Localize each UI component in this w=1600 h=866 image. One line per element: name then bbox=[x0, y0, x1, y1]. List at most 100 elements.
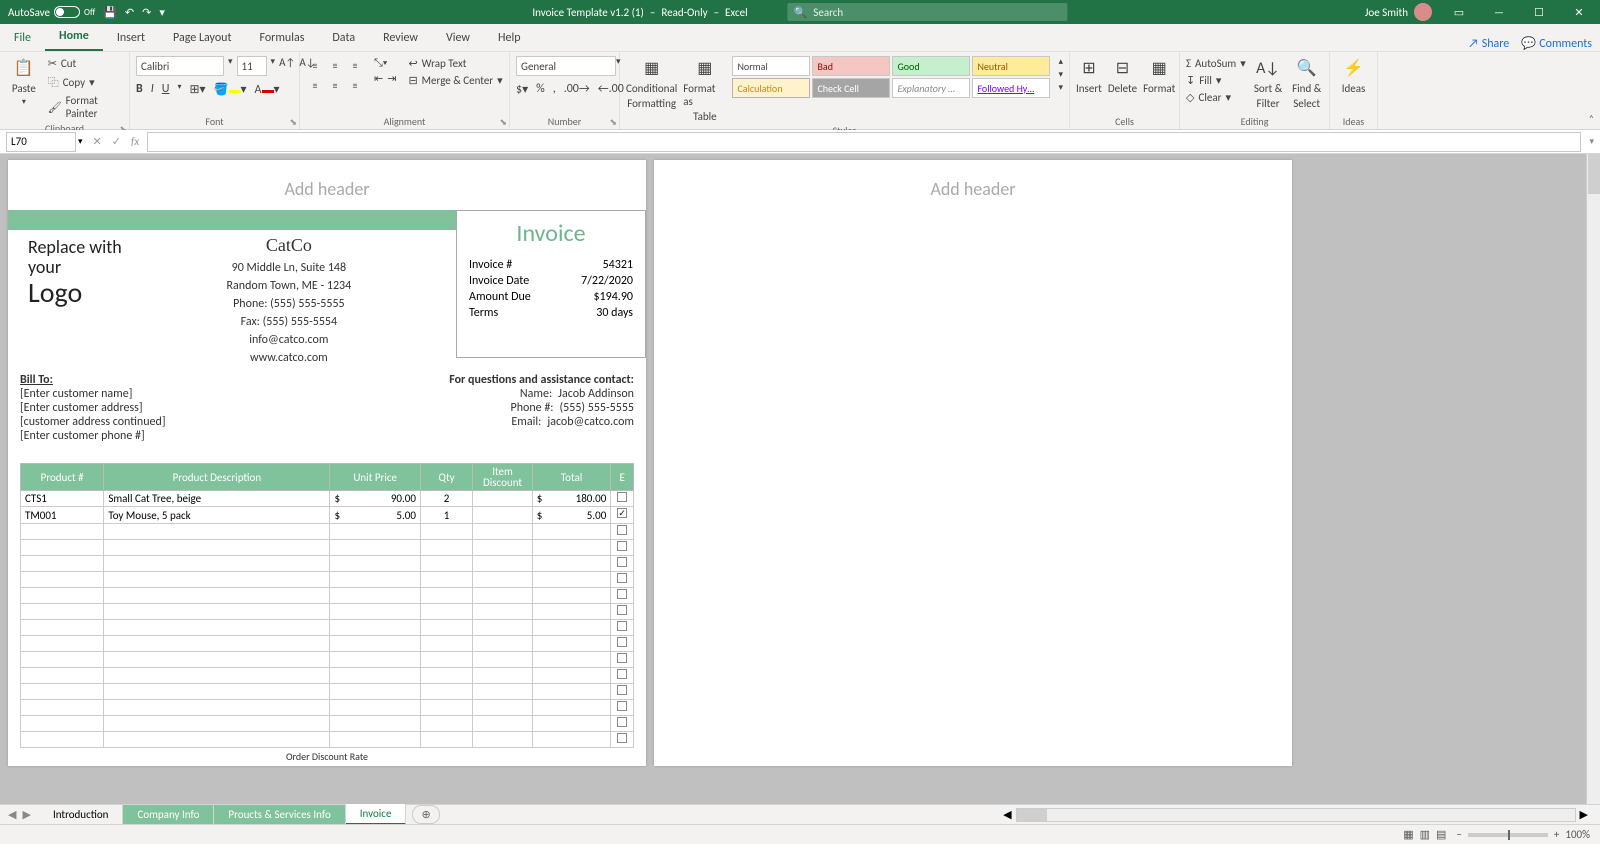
table-row[interactable] bbox=[21, 732, 634, 748]
style-neutral[interactable]: Neutral bbox=[972, 56, 1050, 76]
copy-button[interactable]: ⿻Copy ▾ bbox=[48, 73, 123, 91]
table-row[interactable] bbox=[21, 572, 634, 588]
inc-decimal-icon[interactable]: .00→ bbox=[564, 82, 590, 97]
table-row[interactable] bbox=[21, 556, 634, 572]
format-table-button[interactable]: ▦Format asTable bbox=[683, 56, 726, 123]
style-followed-link[interactable]: Followed Hy… bbox=[972, 78, 1050, 98]
zoom-out-icon[interactable]: − bbox=[1456, 828, 1461, 841]
styles-more-icon[interactable]: ▾ bbox=[1058, 82, 1063, 93]
tab-insert[interactable]: Insert bbox=[103, 25, 159, 51]
fill-color-button[interactable]: 🪣▾ bbox=[214, 82, 247, 97]
style-explanatory[interactable]: Explanatory … bbox=[892, 78, 970, 98]
add-sheet-button[interactable]: ⊕ bbox=[412, 805, 439, 824]
align-middle-icon[interactable]: ≡ bbox=[326, 56, 344, 74]
sheet-prev-icon[interactable]: ◀ bbox=[8, 808, 16, 821]
search-box[interactable]: 🔍 bbox=[788, 3, 1068, 21]
autosave-toggle[interactable]: AutoSave Off bbox=[8, 6, 95, 19]
share-button[interactable]: ↗ Share bbox=[1468, 36, 1509, 51]
style-bad[interactable]: Bad bbox=[812, 56, 890, 76]
style-good[interactable]: Good bbox=[892, 56, 970, 76]
table-row[interactable] bbox=[21, 684, 634, 700]
table-row[interactable] bbox=[21, 668, 634, 684]
conditional-formatting-button[interactable]: ▦ConditionalFormatting bbox=[626, 56, 677, 110]
accept-formula-icon[interactable]: ✓ bbox=[112, 135, 121, 148]
close-icon[interactable]: ✕ bbox=[1566, 6, 1592, 19]
bill-name[interactable]: [Enter customer name] bbox=[20, 387, 327, 401]
styles-down-icon[interactable]: ▾ bbox=[1058, 69, 1063, 80]
vertical-scrollbar[interactable] bbox=[1586, 154, 1600, 804]
table-row[interactable] bbox=[21, 524, 634, 540]
formula-input[interactable] bbox=[147, 132, 1581, 152]
table-row[interactable] bbox=[21, 652, 634, 668]
table-row[interactable]: TM001Toy Mouse, 5 pack$5.001$5.00 bbox=[21, 507, 634, 524]
undo-icon[interactable]: ↶ bbox=[125, 6, 134, 19]
page-2[interactable]: Add header bbox=[654, 160, 1292, 766]
tab-home[interactable]: Home bbox=[45, 23, 103, 51]
align-right-icon[interactable]: ≡ bbox=[346, 76, 364, 94]
bill-addr2[interactable]: [customer address continued] bbox=[20, 415, 327, 429]
number-format-select[interactable]: General bbox=[516, 56, 616, 76]
table-row[interactable] bbox=[21, 604, 634, 620]
normal-view-icon[interactable]: ▦ bbox=[1403, 828, 1413, 841]
align-center-icon[interactable]: ≡ bbox=[326, 76, 344, 94]
zoom-level[interactable]: 100% bbox=[1565, 828, 1590, 841]
autosum-button[interactable]: ΣAutoSum ▾ bbox=[1186, 56, 1246, 71]
font-size-input[interactable]: 11 bbox=[237, 56, 267, 76]
tab-page-layout[interactable]: Page Layout bbox=[159, 25, 245, 51]
orientation-icon[interactable]: ⤡▾ bbox=[374, 56, 396, 70]
cell-styles-gallery[interactable]: Normal Bad Good Neutral Calculation Chec… bbox=[732, 56, 1050, 98]
percent-button[interactable]: % bbox=[536, 82, 545, 97]
align-left-icon[interactable]: ≡ bbox=[306, 76, 324, 94]
maximize-icon[interactable]: ☐ bbox=[1526, 6, 1552, 19]
italic-button[interactable]: I bbox=[151, 82, 154, 97]
table-row[interactable] bbox=[21, 588, 634, 604]
fill-button[interactable]: ↧Fill ▾ bbox=[1186, 73, 1246, 88]
tab-review[interactable]: Review bbox=[369, 25, 432, 51]
style-check-cell[interactable]: Check Cell bbox=[812, 78, 890, 98]
redo-icon[interactable]: ↷ bbox=[142, 6, 151, 19]
click-to-add-data[interactable]: Click to add data bbox=[1488, 224, 1596, 243]
find-select-button[interactable]: 🔍Find &Select bbox=[1290, 56, 1323, 110]
font-name-input[interactable]: Calibri bbox=[136, 56, 224, 76]
font-color-button[interactable]: A▾ bbox=[255, 82, 280, 97]
comma-button[interactable]: , bbox=[553, 82, 556, 97]
sheet-tab-products[interactable]: Proucts & Services Info bbox=[214, 805, 345, 824]
cancel-formula-icon[interactable]: ✕ bbox=[93, 135, 102, 148]
sheet-tab-introduction[interactable]: Introduction bbox=[39, 805, 124, 824]
style-calculation[interactable]: Calculation bbox=[732, 78, 810, 98]
table-row[interactable] bbox=[21, 636, 634, 652]
table-row[interactable] bbox=[21, 700, 634, 716]
style-normal[interactable]: Normal bbox=[732, 56, 810, 76]
delete-cells-button[interactable]: ⊟Delete bbox=[1108, 56, 1137, 95]
merge-button[interactable]: ⊟Merge & Center ▾ bbox=[408, 73, 502, 88]
align-top-icon[interactable]: ≡ bbox=[306, 56, 324, 74]
ribbon-display-icon[interactable]: ▭ bbox=[1446, 6, 1472, 19]
search-input[interactable] bbox=[813, 6, 1061, 19]
page-break-view-icon[interactable]: ▤ bbox=[1436, 828, 1446, 841]
name-box[interactable]: L70 bbox=[6, 132, 76, 152]
bill-addr[interactable]: [Enter customer address] bbox=[20, 401, 327, 415]
ideas-button[interactable]: ⚡Ideas bbox=[1336, 56, 1371, 95]
format-painter-button[interactable]: 🖌Format Painter bbox=[48, 93, 123, 121]
borders-button[interactable]: ⊞▾ bbox=[189, 82, 205, 97]
align-bottom-icon[interactable]: ≡ bbox=[346, 56, 364, 74]
bold-button[interactable]: B bbox=[136, 82, 143, 97]
add-header-prompt[interactable]: Add header bbox=[8, 160, 646, 210]
tab-view[interactable]: View bbox=[432, 25, 484, 51]
sheet-tab-invoice[interactable]: Invoice bbox=[346, 804, 407, 825]
bill-phone[interactable]: [Enter customer phone #] bbox=[20, 429, 327, 443]
expand-formula-icon[interactable]: ▾ bbox=[1589, 136, 1600, 147]
table-row[interactable]: CTS1Small Cat Tree, beige$90.002$180.00 bbox=[21, 491, 634, 507]
tab-help[interactable]: Help bbox=[484, 25, 535, 51]
tab-formulas[interactable]: Formulas bbox=[245, 25, 318, 51]
page-layout-view-icon[interactable]: ▥ bbox=[1420, 828, 1430, 841]
comments-button[interactable]: 💬 Comments bbox=[1521, 36, 1592, 51]
insert-cells-button[interactable]: ⊞Insert bbox=[1076, 56, 1102, 95]
collapse-ribbon-icon[interactable]: ˄ bbox=[1589, 112, 1594, 125]
cut-button[interactable]: ✂Cut bbox=[48, 56, 123, 71]
indent-inc-icon[interactable]: ⇥ bbox=[387, 72, 396, 85]
table-row[interactable] bbox=[21, 540, 634, 556]
table-row[interactable] bbox=[21, 620, 634, 636]
table-row[interactable] bbox=[21, 716, 634, 732]
qat-dropdown-icon[interactable]: ▾ bbox=[159, 6, 165, 19]
